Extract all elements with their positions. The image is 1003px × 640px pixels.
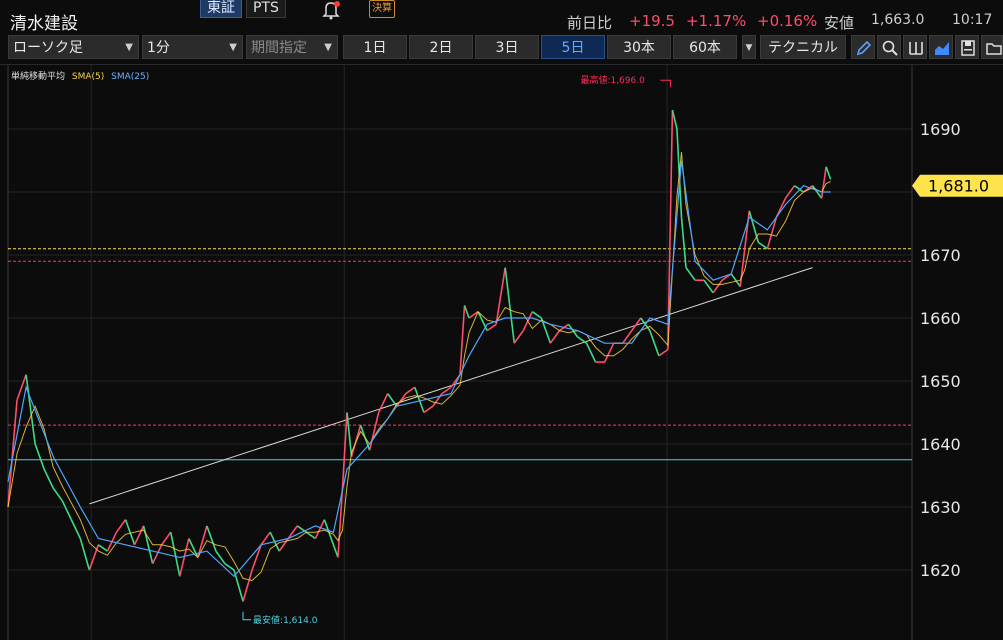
price-segment: [649, 330, 660, 357]
low-price-label: 最安値:1,614.0: [253, 614, 318, 626]
technical-button[interactable]: テクニカル: [760, 35, 846, 59]
interval-select[interactable]: 1分 ▼: [142, 35, 243, 59]
sma5-line: [7, 152, 831, 582]
chevron-down-icon: ▼: [229, 42, 237, 53]
price-segment: [820, 166, 827, 199]
chart-canvas[interactable]: 1620 1630 1640 1650 1660 1670 1690 1,681.0 最高値:1…: [0, 65, 1003, 640]
low-value: 1,663.0: [871, 12, 925, 28]
period-button-3d[interactable]: 3日: [475, 35, 539, 59]
price-segment: [70, 519, 82, 539]
area-chart-icon[interactable]: [929, 35, 953, 59]
price-segment: [43, 468, 54, 489]
period-button-1d[interactable]: 1日: [343, 35, 407, 59]
price-segment: [577, 336, 588, 344]
chart-type-value: ローソク足: [13, 40, 83, 56]
change-percent: +1.17%: [686, 12, 747, 30]
price-segment: [685, 267, 696, 281]
pencil-icon[interactable]: [851, 35, 875, 59]
price-segment: [34, 443, 45, 470]
y-tick-label: 1650: [920, 372, 961, 391]
alert-bell-icon[interactable]: [321, 0, 343, 20]
price-segment: [79, 538, 91, 571]
high-price-label: 最高値:1,696.0: [580, 74, 645, 86]
price-segment: [405, 386, 416, 395]
price-segment: [549, 330, 561, 344]
price-segment: [703, 279, 714, 294]
current-price-label: 1,681.0: [928, 177, 989, 196]
price-segment: [463, 305, 470, 319]
price-segment: [531, 311, 542, 319]
price-segment: [133, 525, 145, 546]
price-segment: [459, 305, 466, 375]
price-chart[interactable]: 単純移動平均 SMA(5) SMA(25) 1620 1630 1640 1650 16…: [0, 64, 1003, 640]
chevron-down-icon: ▼: [324, 42, 332, 53]
chart-toolbar: ローソク足 ▼ 1分 ▼ 期間指定 ▼ 1日 2日 3日 5日 30本 60本 …: [0, 34, 1003, 62]
sma25-line: [7, 160, 831, 578]
change-label: 前日比: [567, 14, 613, 32]
trend-line: [89, 267, 813, 505]
price-segment: [680, 217, 687, 268]
period-button-30bars[interactable]: 30本: [607, 35, 671, 59]
period-button-60bars[interactable]: 60本: [673, 35, 737, 59]
price-segment: [757, 241, 768, 250]
price-segment: [251, 544, 262, 571]
earnings-badge[interactable]: 決算: [369, 0, 395, 18]
y-tick-label: 1630: [920, 498, 961, 517]
folder-icon[interactable]: [981, 35, 1003, 59]
price-segment: [377, 393, 389, 413]
price-segment: [504, 267, 516, 344]
price-segment: [486, 323, 497, 332]
low-label: 安値: [824, 14, 855, 32]
period-button-2d[interactable]: 2日: [409, 35, 473, 59]
interval-value: 1分: [147, 40, 170, 56]
high-price-pointer: [660, 79, 671, 88]
price-segment: [387, 393, 398, 407]
range-select[interactable]: 期間指定 ▼: [246, 35, 338, 59]
chart-type-select[interactable]: ローソク足 ▼: [8, 35, 139, 59]
price-segment: [115, 519, 127, 533]
price-segment: [825, 166, 832, 180]
zoom-icon[interactable]: [877, 35, 901, 59]
price-segment: [739, 248, 746, 287]
price-segment: [242, 569, 253, 602]
low-time: 10:17: [952, 12, 993, 28]
y-tick-label: 1660: [920, 309, 961, 328]
price-segment: [603, 342, 615, 363]
stock-header: 清水建設 東証 PTS 決算 前日比 +19.5 +1.17% +0.16% 安…: [0, 0, 1003, 34]
price-segment: [52, 487, 63, 502]
market-button-pts[interactable]: PTS: [246, 0, 286, 18]
price-segment: [7, 399, 18, 508]
save-icon[interactable]: [955, 35, 979, 59]
price-segment: [305, 531, 316, 540]
price-segment: [61, 500, 73, 520]
price-segment: [712, 279, 723, 294]
price-segment: [766, 216, 778, 249]
y-tick-label: 1690: [920, 120, 961, 139]
range-placeholder: 期間指定: [251, 40, 307, 56]
chevron-down-icon[interactable]: ▼: [742, 35, 756, 59]
price-segment: [151, 544, 163, 565]
price-segment: [215, 550, 226, 565]
low-price-pointer: [242, 611, 252, 621]
y-tick-label: 1670: [920, 246, 961, 265]
change-value: +19.5: [629, 12, 675, 30]
market-button-tse[interactable]: 東証: [200, 0, 242, 18]
y-tick-label: 1620: [920, 561, 961, 580]
price-segment: [671, 109, 678, 130]
chevron-down-icon: ▼: [125, 42, 133, 53]
price-segment: [161, 531, 172, 546]
stock-name: 清水建設: [10, 14, 78, 34]
price-segment: [97, 544, 108, 552]
price-segment: [206, 525, 217, 552]
price-segment: [423, 405, 434, 414]
change-percent-secondary: +0.16%: [757, 12, 818, 30]
price-segment: [513, 330, 524, 344]
period-button-5d[interactable]: 5日: [541, 35, 605, 59]
y-tick-label: 1640: [920, 435, 961, 454]
grid-icon[interactable]: [903, 35, 927, 59]
price-segment: [748, 210, 760, 243]
